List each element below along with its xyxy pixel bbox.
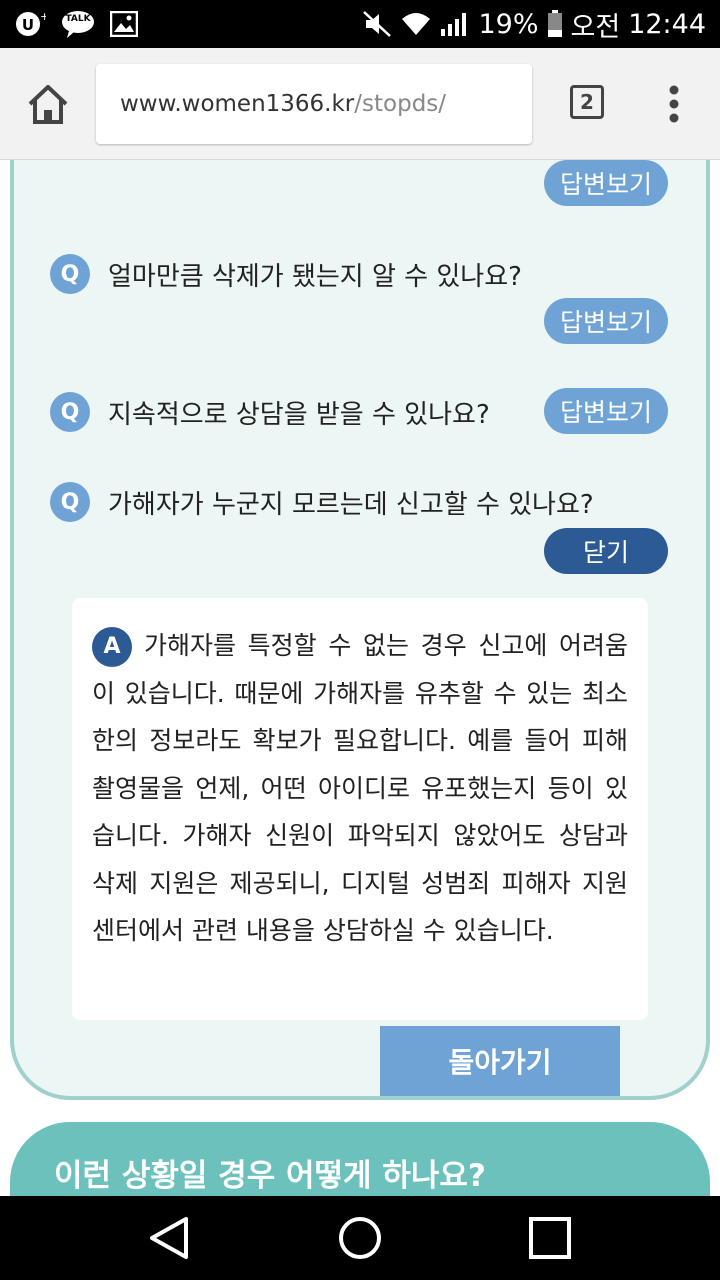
battery-icon	[547, 10, 563, 38]
answer-view-label: 답변보기	[559, 170, 652, 199]
page-content: 답변보기 Q 얼마만큼 삭제가 됐는지 알 수 있나요? 답변보기 Q 지속적으…	[0, 160, 720, 1196]
navigation-bar	[0, 1196, 720, 1280]
answer-text: 가해자를 특정할 수 없는 경우 신고에 어려움이 있습니다. 때문에 가해자를…	[92, 631, 628, 945]
status-bar: U + TALK 19% 오전 12:44	[0, 0, 720, 48]
image-notification-icon	[110, 11, 138, 37]
faq-question-3: Q 가해자가 누군지 모르는데 신고할 수 있나요?	[50, 482, 594, 522]
close-answer-button[interactable]: 닫기	[544, 528, 668, 574]
question-text: 지속적으로 상담을 받을 수 있나요?	[108, 399, 490, 430]
a-badge: A	[92, 627, 132, 667]
url-path: /stopds/	[354, 91, 447, 117]
question-text: 얼마만큼 삭제가 됐는지 알 수 있나요?	[108, 261, 522, 292]
faq-question-2: Q 지속적으로 상담을 받을 수 있나요?	[50, 392, 490, 432]
answer-view-button-prev[interactable]: 답변보기	[544, 160, 668, 206]
url-bar[interactable]: www.women1366.kr/stopds/	[96, 64, 532, 144]
svg-text:+: +	[40, 10, 46, 23]
answer-view-label: 답변보기	[559, 398, 652, 427]
answer-paragraph: A 가해자를 특정할 수 없는 경우 신고에 어려움이 있습니다. 때문에 가해자…	[92, 622, 628, 955]
back-button[interactable]: 돌아가기	[380, 1026, 620, 1096]
svg-text:U: U	[22, 16, 34, 34]
faq-question-1: Q 얼마만큼 삭제가 됐는지 알 수 있나요?	[50, 254, 522, 294]
u-plus-icon: U +	[14, 10, 46, 38]
q-badge: Q	[50, 392, 90, 432]
situation-title: 이런 상황일 경우 어떻게 하나요?	[54, 1158, 486, 1194]
back-label: 돌아가기	[448, 1046, 552, 1079]
clock: 12:44	[628, 8, 706, 40]
answer-box: A 가해자를 특정할 수 없는 경우 신고에 어려움이 있습니다. 때문에 가해자…	[72, 598, 648, 1020]
signal-icon	[440, 11, 470, 37]
tab-count: 2	[580, 90, 594, 114]
ampm-label: 오전	[570, 11, 621, 43]
overflow-menu-icon[interactable]	[660, 82, 688, 126]
answer-view-button-2[interactable]: 답변보기	[544, 388, 668, 434]
close-label: 닫기	[582, 538, 629, 567]
tab-switcher-button[interactable]: 2	[570, 85, 604, 119]
browser-toolbar: www.women1366.kr/stopds/ 2	[0, 48, 720, 160]
home-icon[interactable]	[22, 78, 74, 130]
question-text: 가해자가 누군지 모르는데 신고할 수 있나요?	[108, 489, 594, 520]
mute-icon	[362, 10, 392, 38]
answer-view-button-1[interactable]: 답변보기	[544, 298, 668, 344]
url-domain: www.women1366.kr	[120, 91, 355, 117]
kakaotalk-icon: TALK	[60, 9, 96, 39]
talk-label: TALK	[65, 14, 91, 24]
q-badge: Q	[50, 254, 90, 294]
wifi-icon	[400, 11, 432, 37]
situation-section-header: 이런 상황일 경우 어떻게 하나요?	[10, 1122, 710, 1196]
back-triangle-icon[interactable]	[146, 1214, 194, 1262]
home-circle-icon[interactable]	[336, 1214, 384, 1262]
answer-view-label: 답변보기	[559, 308, 652, 337]
recent-apps-icon[interactable]	[526, 1214, 574, 1262]
q-badge: Q	[50, 482, 90, 522]
battery-percent: 19%	[478, 8, 539, 40]
